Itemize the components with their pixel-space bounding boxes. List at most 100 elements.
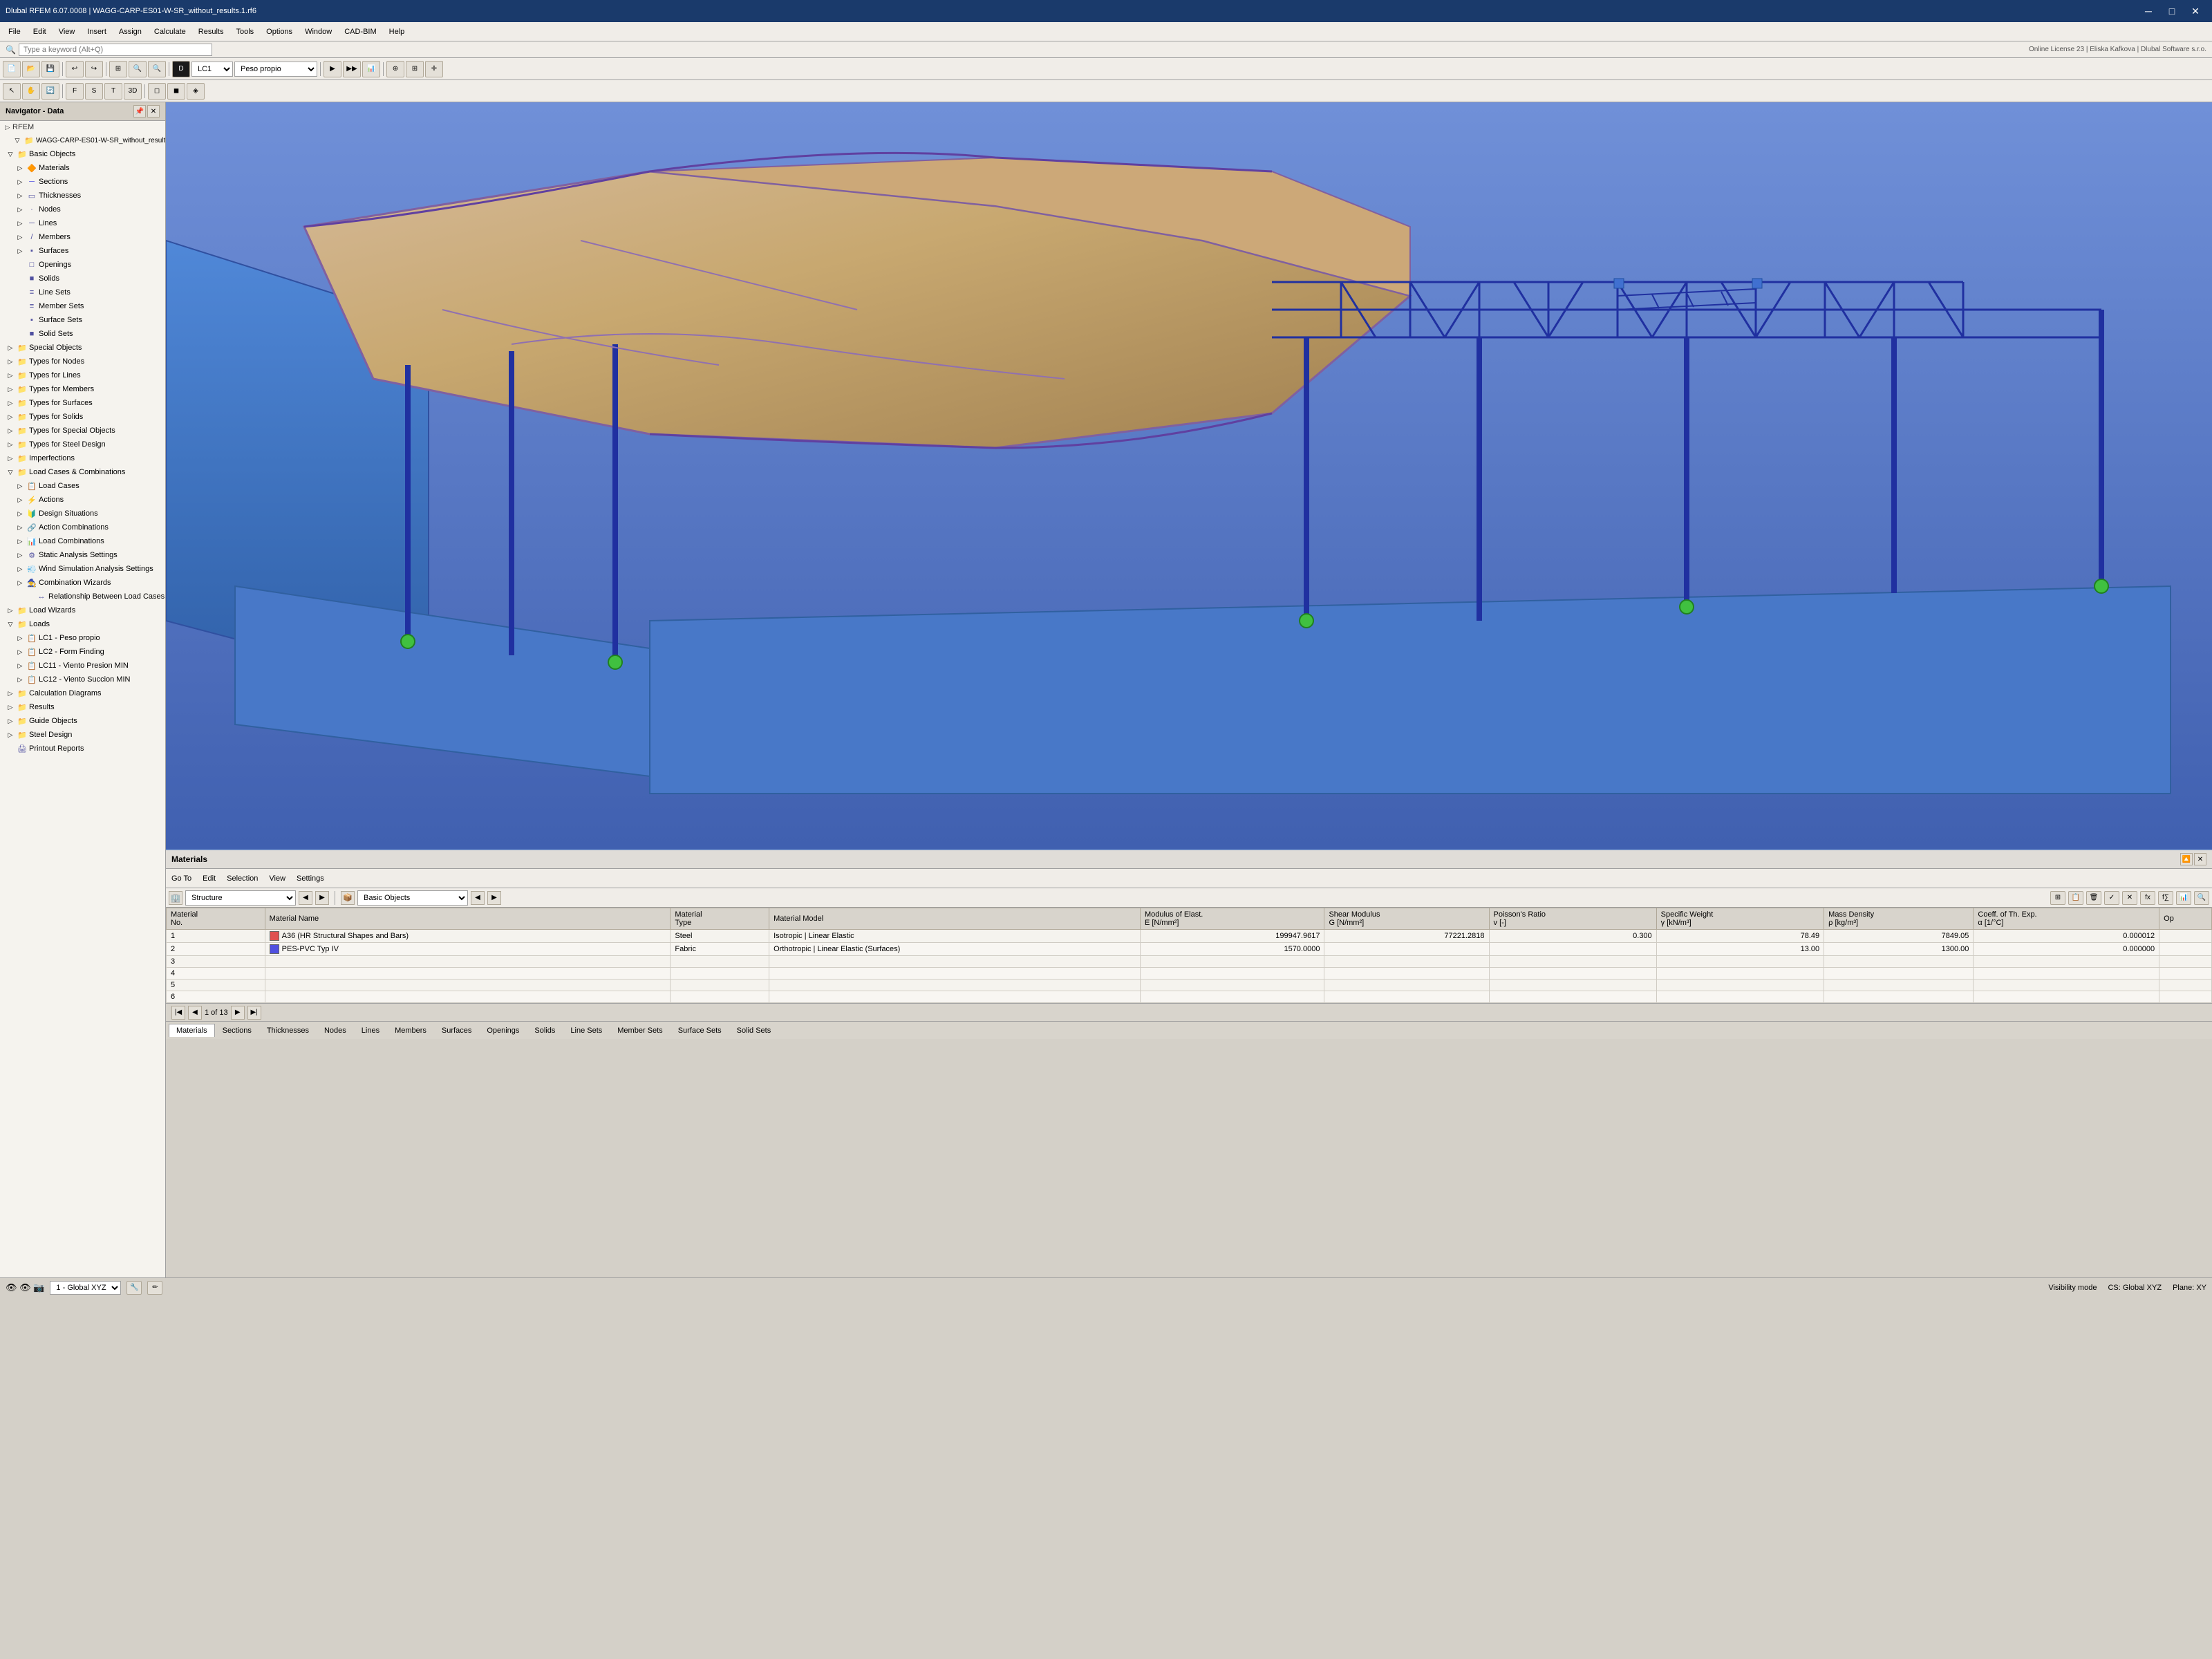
file-item[interactable]: ▽ 📁 WAGG-CARP-ES01-W-SR_without_results.… — [0, 133, 165, 147]
tree-item-line_sets[interactable]: ≡Line Sets — [0, 285, 165, 299]
new-button[interactable]: 📄 — [3, 61, 21, 77]
tree-item-lc1__peso_propio[interactable]: ▷📋LC1 - Peso propio — [0, 631, 165, 645]
calc-all-button[interactable]: ▶▶ — [343, 61, 361, 77]
tree-item-thicknesses[interactable]: ▷▭Thicknesses — [0, 189, 165, 203]
snap-button[interactable]: ⊕ — [386, 61, 404, 77]
lc-dropdown[interactable]: LC1 — [191, 62, 233, 77]
mat-menu-view[interactable]: View — [266, 873, 288, 884]
tree-item-calculation_diagrams[interactable]: ▷📁Calculation Diagrams — [0, 686, 165, 700]
nav-close-button[interactable]: ✕ — [147, 105, 160, 118]
page-first-button[interactable]: |◀ — [171, 1006, 185, 1020]
mat-menu-go-to[interactable]: Go To — [169, 873, 194, 884]
tree-item-nodes[interactable]: ▷·Nodes — [0, 203, 165, 216]
tree-item-materials[interactable]: ▷🔶Materials — [0, 161, 165, 175]
view-3d[interactable]: 3D — [124, 83, 142, 100]
tree-item-static_analysis_settings[interactable]: ▷⚙Static Analysis Settings — [0, 548, 165, 562]
tree-item-guide_objects[interactable]: ▷📁Guide Objects — [0, 714, 165, 728]
tree-item-steel_design[interactable]: ▷📁Steel Design — [0, 728, 165, 742]
tree-item-types_for_nodes[interactable]: ▷📁Types for Nodes — [0, 355, 165, 368]
mat-tool-1[interactable]: ⊞ — [2050, 891, 2065, 905]
page-last-button[interactable]: ▶| — [247, 1006, 261, 1020]
tree-item-lines[interactable]: ▷─Lines — [0, 216, 165, 230]
tree-item-lc12__viento_succion_min[interactable]: ▷📋LC12 - Viento Succion MIN — [0, 673, 165, 686]
search-input[interactable] — [19, 44, 212, 56]
tree-item-members[interactable]: ▷/Members — [0, 230, 165, 244]
structure-dropdown[interactable]: Structure — [185, 890, 296, 906]
basic-prev-button[interactable]: ◀ — [471, 891, 485, 905]
mat-tool-7[interactable]: 🔍 — [2194, 891, 2209, 905]
minimize-button[interactable]: ─ — [2137, 3, 2159, 19]
rotate-button[interactable]: 🔄 — [41, 83, 59, 100]
mat-menu-settings[interactable]: Settings — [294, 873, 327, 884]
tab-openings[interactable]: Openings — [479, 1024, 527, 1037]
filter-next-button[interactable]: ▶ — [315, 891, 329, 905]
table-row[interactable]: 2PES-PVC Typ IVFabricOrthotropic | Linea… — [167, 943, 2212, 956]
basic-objects-dropdown[interactable]: Basic Objects — [357, 890, 468, 906]
tab-thicknesses[interactable]: Thicknesses — [259, 1024, 317, 1037]
close-button[interactable]: ✕ — [2184, 3, 2206, 19]
tree-item-design_situations[interactable]: ▷🔰Design Situations — [0, 507, 165, 521]
results-button[interactable]: 📊 — [362, 61, 380, 77]
zoom-fit-button[interactable]: ⊞ — [109, 61, 127, 77]
tree-item-member_sets[interactable]: ≡Member Sets — [0, 299, 165, 313]
select-button[interactable]: ↖ — [3, 83, 21, 100]
mat-tool-3[interactable]: 🗑 — [2086, 891, 2101, 905]
menu-item-edit[interactable]: Edit — [28, 26, 52, 38]
menu-item-tools[interactable]: Tools — [230, 26, 259, 38]
redo-button[interactable]: ↪ — [85, 61, 103, 77]
mat-tool-4[interactable]: ✓ — [2104, 891, 2119, 905]
calc-button[interactable]: ▶ — [324, 61, 341, 77]
table-row[interactable]: 4 — [167, 968, 2212, 980]
view-side[interactable]: S — [85, 83, 103, 100]
tree-item-types_for_lines[interactable]: ▷📁Types for Lines — [0, 368, 165, 382]
solid-button[interactable]: ◼ — [167, 83, 185, 100]
tree-item-openings[interactable]: □Openings — [0, 258, 165, 272]
mat-tool-6[interactable]: 📊 — [2176, 891, 2191, 905]
tree-item-types_for_steel_design[interactable]: ▷📁Types for Steel Design — [0, 438, 165, 451]
tree-item-load_wizards[interactable]: ▷📁Load Wizards — [0, 603, 165, 617]
tree-item-surfaces[interactable]: ▷▪Surfaces — [0, 244, 165, 258]
tree-item-imperfections[interactable]: ▷📁Imperfections — [0, 451, 165, 465]
nav-pin-button[interactable]: 📌 — [133, 105, 146, 118]
maximize-button[interactable]: □ — [2161, 3, 2183, 19]
tree-item-printout_reports[interactable]: 🖨Printout Reports — [0, 742, 165, 756]
tree-item-actions[interactable]: ▷⚡Actions — [0, 493, 165, 507]
tab-solids[interactable]: Solids — [527, 1024, 563, 1037]
menu-item-cad-bim[interactable]: CAD-BIM — [339, 26, 382, 38]
table-row[interactable]: 1A36 (HR Structural Shapes and Bars)Stee… — [167, 930, 2212, 943]
mat-formula-1[interactable]: fx — [2140, 891, 2155, 905]
tree-item-lc11__viento_presion_min[interactable]: ▷📋LC11 - Viento Presion MIN — [0, 659, 165, 673]
mat-tool-5[interactable]: ✕ — [2122, 891, 2137, 905]
grid-button[interactable]: ⊞ — [406, 61, 424, 77]
view-top[interactable]: T — [104, 83, 122, 100]
tree-item-combination_wizards[interactable]: ▷🧙Combination Wizards — [0, 576, 165, 590]
tree-item-wind_simulation_analysis_settings[interactable]: ▷💨Wind Simulation Analysis Settings — [0, 562, 165, 576]
cs-dropdown[interactable]: 1 - Global XYZ — [50, 1281, 121, 1295]
tree-item-lc2__form_finding[interactable]: ▷📋LC2 - Form Finding — [0, 645, 165, 659]
tab-nodes[interactable]: Nodes — [317, 1024, 354, 1037]
render-mode-button[interactable]: ◈ — [187, 83, 205, 100]
tab-surfaces[interactable]: Surfaces — [434, 1024, 479, 1037]
menu-item-help[interactable]: Help — [384, 26, 411, 38]
mat-tool-2[interactable]: 📋 — [2068, 891, 2083, 905]
tree-item-types_for_surfaces[interactable]: ▷📁Types for Surfaces — [0, 396, 165, 410]
menu-item-view[interactable]: View — [53, 26, 81, 38]
basic-next-button[interactable]: ▶ — [487, 891, 501, 905]
mat-menu-selection[interactable]: Selection — [224, 873, 261, 884]
tree-item-types_for_special_objects[interactable]: ▷📁Types for Special Objects — [0, 424, 165, 438]
tab-materials[interactable]: Materials — [169, 1024, 215, 1037]
mat-formula-2[interactable]: f∑ — [2158, 891, 2173, 905]
tree-item-surface_sets[interactable]: ▪Surface Sets — [0, 313, 165, 327]
status-btn-2[interactable]: ✏ — [147, 1281, 162, 1295]
tree-item-load_cases__combinations[interactable]: ▽📁Load Cases & Combinations — [0, 465, 165, 479]
zoom-out-button[interactable]: 🔍 — [148, 61, 166, 77]
save-button[interactable]: 💾 — [41, 61, 59, 77]
page-next-button[interactable]: ▶ — [231, 1006, 245, 1020]
move-button[interactable]: ✋ — [22, 83, 40, 100]
tree-item-loads[interactable]: ▽📁Loads — [0, 617, 165, 631]
tab-lines[interactable]: Lines — [354, 1024, 387, 1037]
open-button[interactable]: 📂 — [22, 61, 40, 77]
lc-name-dropdown[interactable]: Peso propio — [234, 62, 317, 77]
tree-item-types_for_solids[interactable]: ▷📁Types for Solids — [0, 410, 165, 424]
tree-item-results[interactable]: ▷📁Results — [0, 700, 165, 714]
